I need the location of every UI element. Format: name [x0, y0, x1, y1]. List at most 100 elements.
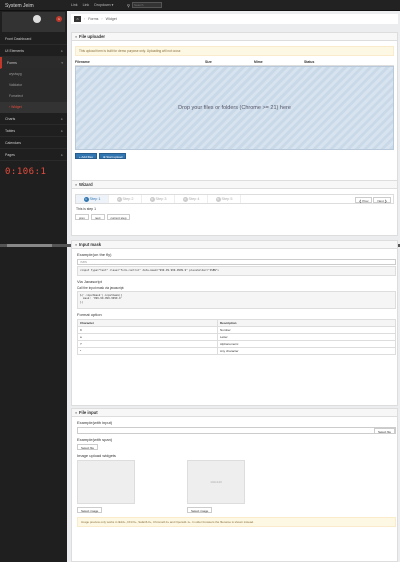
- wizard-step-1[interactable]: 1 Step 1: [76, 195, 109, 203]
- table-row: 9 Number: [77, 325, 396, 334]
- sidebar-item-label: Calendars: [5, 141, 21, 145]
- table-cell: 9: [77, 325, 218, 334]
- column-header: Character: [77, 318, 218, 327]
- sidebar-item-forms[interactable]: Forms ▾: [0, 57, 67, 69]
- image-widget-1: Select image: [77, 460, 135, 513]
- search-input[interactable]: [131, 2, 162, 8]
- format-table: Character Description 9 Number a Letter ? Al…: [77, 318, 396, 355]
- home-icon[interactable]: ⌂: [74, 16, 81, 22]
- column-header: Filename: [75, 60, 90, 64]
- image-preview-placeholder: 140x140: [187, 460, 245, 504]
- breadcrumb-item-forms[interactable]: Forms: [88, 17, 98, 21]
- digital-clock: 0:106:1: [5, 167, 47, 177]
- column-header: Description: [217, 318, 396, 327]
- wizard-step-2[interactable]: 2 Step 2: [109, 195, 142, 203]
- select-image-button[interactable]: Select image: [187, 507, 213, 513]
- column-header: Status: [304, 60, 315, 64]
- wizard-step-5[interactable]: 5 Step 5: [208, 195, 241, 203]
- next-step-button[interactable]: next: [90, 214, 105, 220]
- file-input-panel: ≡ File input Example(with input) Select f…: [71, 408, 398, 562]
- table-row: ? Alphanumeric: [77, 339, 396, 348]
- sidebar-subitem-validator[interactable]: Validator: [0, 80, 67, 91]
- table-row: * Any character: [77, 346, 396, 355]
- sidebar-subitem-forselect[interactable]: Forselect: [0, 91, 67, 102]
- brand-logo[interactable]: System Jeim: [5, 3, 34, 9]
- step-number: 3: [149, 197, 155, 202]
- step-number: 2: [116, 197, 122, 202]
- isbn-input[interactable]: ISBN: [77, 259, 396, 265]
- start-upload-button[interactable]: ⊕ Start upload: [98, 153, 127, 159]
- uploader-buttons: + Add files ⊕ Start upload: [75, 153, 394, 159]
- scrollbar-thumb[interactable]: [7, 244, 52, 247]
- breadcrumb-separator: ›: [84, 17, 86, 21]
- prev-button[interactable]: ❮ Prev: [354, 197, 373, 203]
- file-uploader-panel: ≡ File uploader This upload form is built…: [71, 32, 398, 184]
- example-title: Via Javascript: [77, 278, 102, 284]
- step-label: Step 5: [221, 197, 233, 201]
- example-title: Example(on the fly): [77, 252, 112, 257]
- sidebar: 1 Front Dashboard UI Elements ▸ Forms ▾ wy…: [0, 11, 67, 562]
- browser-support-alert: Image preview only works in IE10+, FF3.6…: [77, 517, 396, 527]
- nav-dropdown[interactable]: Dropdown ▾: [94, 3, 113, 7]
- step-label: Step 1: [89, 197, 101, 201]
- top-navbar: System Jeim Link Link Dropdown ▾ ⚲: [0, 0, 400, 11]
- step-number: 5: [215, 197, 221, 202]
- wizard-step-3[interactable]: 3 Step 3: [142, 195, 175, 203]
- chevron-down-icon: ▾: [61, 61, 63, 65]
- example-title: Image upload widgets: [77, 453, 116, 458]
- file-input-field[interactable]: Select file: [77, 427, 396, 434]
- breadcrumb-separator: ›: [101, 17, 103, 21]
- prev-step-button[interactable]: prev: [75, 214, 89, 220]
- sidebar-subitem-widget[interactable]: › Widget: [0, 102, 67, 113]
- sidebar-subitem-wysiwyg[interactable]: wysiwyg: [0, 69, 67, 80]
- chevron-right-icon: ▸: [61, 49, 63, 53]
- step-number: 4: [182, 197, 188, 202]
- user-panel: 1: [2, 12, 65, 32]
- code-block: $('.inputmask').inputmask({ mask: '999-9…: [77, 290, 396, 309]
- sidebar-item-label: UI Elements: [5, 49, 25, 53]
- chevron-right-icon: ▸: [61, 129, 63, 133]
- dropzone-text: Drop your files or folders (Chrome >= 21…: [178, 105, 291, 111]
- wizard-action-buttons: prev next current step: [75, 214, 394, 220]
- code-block: <input type="text" class="form-control" …: [77, 266, 396, 276]
- current-step-button[interactable]: current step: [106, 214, 131, 220]
- avatar[interactable]: [33, 15, 41, 23]
- table-cell: Number: [217, 325, 396, 334]
- wizard-step-4[interactable]: 4 Step 4: [175, 195, 208, 203]
- chevron-right-icon: ▸: [61, 153, 63, 157]
- notification-badge[interactable]: 1: [56, 16, 62, 22]
- nav-link-2[interactable]: Link: [83, 3, 90, 7]
- select-file-span-wrap: Select file: [77, 444, 392, 450]
- warning-alert: This upload form is built for demo purpo…: [75, 46, 394, 56]
- table-cell: Alphanumeric: [217, 339, 396, 348]
- sidebar-item-charts[interactable]: Charts ▸: [0, 113, 67, 125]
- wizard-nav: ❮ Prev Next ❯: [353, 195, 393, 203]
- nav-link-1[interactable]: Link: [71, 3, 78, 7]
- select-image-wrap: Select image: [77, 507, 135, 513]
- search-icon[interactable]: ⚲: [127, 3, 130, 8]
- sidebar-item-label: Front Dashboard: [5, 37, 32, 41]
- wizard-step-content: This is step 1: [76, 207, 96, 211]
- sidebar-item-ui-elements[interactable]: UI Elements ▸: [0, 45, 67, 57]
- sidebar-item-calendars[interactable]: Calendars: [0, 137, 67, 149]
- panel-heading: ≡ File uploader: [72, 33, 397, 41]
- panel-title: File input: [79, 410, 98, 415]
- table-cell: *: [77, 346, 218, 355]
- step-label: Step 2: [122, 197, 134, 201]
- table-cell: a: [77, 332, 218, 341]
- step-number: 1: [83, 197, 89, 202]
- select-file-span-button[interactable]: Select file: [77, 444, 99, 450]
- next-button[interactable]: Next ❯: [373, 197, 391, 203]
- file-dropzone[interactable]: Drop your files or folders (Chrome >= 21…: [75, 66, 394, 150]
- select-file-button[interactable]: Select file: [373, 428, 395, 434]
- image-preview: [77, 460, 135, 504]
- sidebar-item-pages[interactable]: Pages ▸: [0, 149, 67, 161]
- wizard-steps: 1 Step 1 2 Step 2 3 Step 3 4 Step 4 5 Step 5 …: [75, 194, 394, 204]
- table-cell: Any character: [217, 346, 396, 355]
- add-files-button[interactable]: + Add files: [75, 153, 97, 159]
- column-header: Mime: [254, 60, 263, 64]
- sidebar-item-front-dashboard[interactable]: Front Dashboard: [0, 33, 67, 45]
- panel-title: File uploader: [79, 34, 106, 39]
- select-image-button[interactable]: Select image: [77, 507, 103, 513]
- sidebar-item-tables[interactable]: Tables ▸: [0, 125, 67, 137]
